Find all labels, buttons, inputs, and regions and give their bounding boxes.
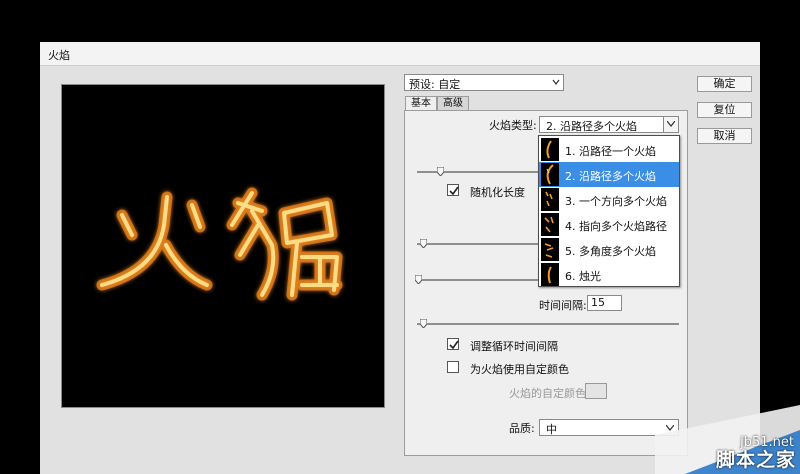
flame-thumbnail [541, 213, 559, 236]
cancel-button[interactable]: 取消 [697, 128, 752, 144]
randomize-length-label: 随机化长度 [470, 186, 525, 199]
tab-advanced[interactable]: 高级 [437, 96, 469, 111]
chevron-down-icon [667, 121, 675, 127]
custom-color-label: 为火焰使用自定颜色 [470, 363, 569, 376]
flame-type-option-3[interactable]: 3. 一个方向多个火焰 [539, 187, 679, 212]
slider-thumb[interactable] [415, 275, 422, 284]
option-label: 3. 一个方向多个火焰 [565, 195, 667, 208]
adjust-loop-checkbox[interactable] [447, 338, 459, 350]
chevron-down-icon [552, 79, 560, 85]
preset-select[interactable]: 预设: 自定 [404, 74, 564, 91]
slider-thumb[interactable] [420, 319, 427, 328]
angle-slider[interactable] [415, 275, 539, 284]
quality-value: 中 [546, 423, 557, 436]
option-label: 1. 沿路径一个火焰 [565, 145, 656, 158]
flame-type-option-4[interactable]: 4. 指向多个火焰路径 [539, 212, 679, 237]
flame-thumbnail [541, 238, 559, 261]
flame-type-value: 2. 沿路径多个火焰 [546, 120, 637, 133]
flame-type-label: 火焰类型: [489, 119, 537, 132]
flame-thumbnail [541, 138, 559, 161]
reset-button[interactable]: 复位 [697, 102, 752, 118]
flame-type-option-2[interactable]: 2. 沿路径多个火焰 [539, 162, 679, 187]
flame-length-slider[interactable] [417, 167, 539, 176]
option-label: 4. 指向多个火焰路径 [565, 220, 667, 233]
quality-label: 品质: [509, 422, 535, 435]
slider-thumb[interactable] [420, 239, 427, 248]
flame-thumbnail [541, 188, 559, 211]
adjust-loop-label: 调整循环时间间隔 [470, 340, 558, 353]
flame-thumbnail [541, 263, 559, 286]
option-label: 5. 多角度多个火焰 [565, 245, 656, 258]
flame-type-select[interactable]: 2. 沿路径多个火焰 [539, 116, 679, 133]
option-label: 2. 沿路径多个火焰 [565, 170, 656, 183]
flame-color-swatch[interactable] [585, 383, 607, 399]
time-interval-slider[interactable] [417, 319, 679, 328]
flame-color-label: 火焰的自定颜色: [509, 387, 590, 400]
randomize-length-checkbox[interactable] [447, 184, 459, 196]
flame-type-option-6[interactable]: 6. 烛光 [539, 262, 679, 287]
width-slider[interactable] [417, 239, 539, 248]
dialog-title: 火焰 [48, 49, 70, 62]
flame-type-option-5[interactable]: 5. 多角度多个火焰 [539, 237, 679, 262]
slider-thumb[interactable] [437, 167, 444, 176]
flame-preview [61, 84, 385, 408]
flame-thumbnail [541, 163, 559, 186]
dialog-titlebar[interactable]: 火焰 [40, 42, 760, 66]
ok-button[interactable]: 确定 [697, 76, 752, 92]
checkmark-icon [449, 186, 459, 196]
time-interval-label: 时间间隔: [539, 299, 587, 312]
option-label: 6. 烛光 [565, 270, 601, 283]
checkmark-icon [449, 340, 459, 350]
watermark-name: 脚本之家 [715, 449, 796, 471]
preset-label: 预设: 自定 [409, 78, 461, 91]
flame-type-dropdown-list: 1. 沿路径一个火焰 2. 沿路径多个火焰 3. 一个方向多个火焰 4. 指向多… [538, 135, 680, 287]
custom-color-checkbox[interactable] [447, 361, 459, 373]
flame-type-dropdown-button[interactable] [663, 117, 678, 132]
flame-type-option-1[interactable]: 1. 沿路径一个火焰 [539, 137, 679, 162]
time-interval-input[interactable]: 15 [587, 295, 622, 311]
site-watermark: jb51.net 脚本之家 [655, 405, 800, 474]
